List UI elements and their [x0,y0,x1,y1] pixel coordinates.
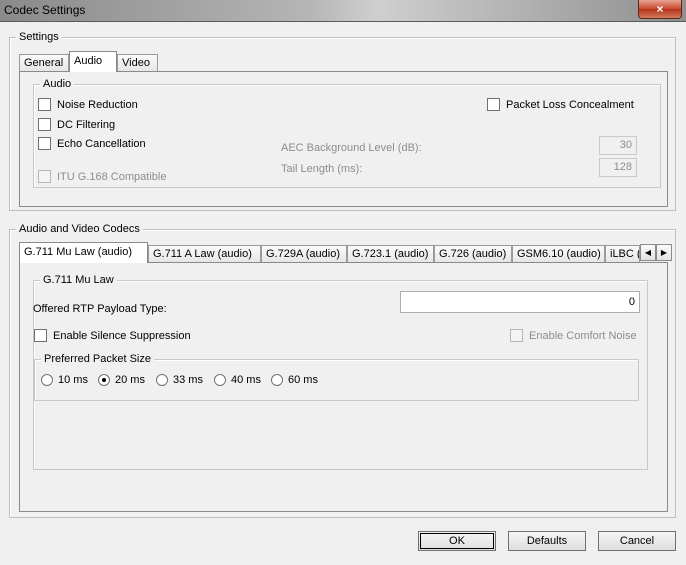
g711-mu-law-group: G.711 Mu Law Offered RTP Payload Type: 0… [33,273,648,470]
packet-size-10ms-radio[interactable]: 10 ms [41,374,88,386]
dc-filtering-box[interactable] [38,118,51,131]
title-bar[interactable]: Codec Settings × [0,0,686,22]
scroll-right-icon: ▶ [660,248,668,257]
packet-size-10ms-label: 10 ms [58,374,88,386]
close-button[interactable]: × [638,0,682,19]
noise-reduction-box[interactable] [38,98,51,111]
g711-mu-law-group-title: G.711 Mu Law [40,273,117,287]
comfort-noise-box[interactable] [510,329,523,342]
noise-reduction-label: Noise Reduction [57,98,138,111]
comfort-noise-label: Enable Comfort Noise [529,329,637,342]
close-icon: × [656,2,664,16]
audio-group: Audio Noise Reduction DC Filtering Echo … [33,77,661,188]
settings-group-title: Settings [16,30,62,44]
tab-ilbc[interactable]: iLBC (a [605,245,640,262]
codecs-group-title: Audio and Video Codecs [16,222,143,236]
packet-size-40ms-radio[interactable]: 40 ms [214,374,261,386]
payload-type-label: Offered RTP Payload Type: [33,303,167,315]
packet-size-33ms-dot[interactable] [156,374,168,386]
itu-g168-box[interactable] [38,170,51,183]
tab-g726-label: G.726 (audio) [439,248,507,260]
silence-suppression-label: Enable Silence Suppression [53,329,191,342]
echo-cancellation-box[interactable] [38,137,51,150]
tab-g711-mu-law[interactable]: G.711 Mu Law (audio) [19,242,148,263]
packet-size-20ms-label: 20 ms [115,374,145,386]
packet-size-group: Preferred Packet Size 10 ms 20 ms 33 ms … [34,352,639,401]
payload-type-value: 0 [628,296,635,308]
g711-mu-law-panel: G.711 Mu Law Offered RTP Payload Type: 0… [19,262,668,512]
scroll-left-icon: ◀ [644,248,652,257]
tabs-scroll-right-button[interactable]: ▶ [656,244,672,261]
tab-video[interactable]: Video [117,54,158,71]
packet-size-20ms-radio[interactable]: 20 ms [98,374,145,386]
aec-background-level-value: 30 [619,139,632,151]
tab-ilbc-label: iLBC (a [610,248,639,260]
window-title: Codec Settings [4,3,86,17]
tail-length-label: Tail Length (ms): [281,163,363,175]
ok-button-label: OK [449,535,465,547]
dc-filtering-label: DC Filtering [57,118,116,131]
tail-length-field[interactable]: 128 [599,158,637,177]
dc-filtering-checkbox[interactable]: DC Filtering [38,118,115,131]
echo-cancellation-checkbox[interactable]: Echo Cancellation [38,137,146,150]
noise-reduction-checkbox[interactable]: Noise Reduction [38,98,138,111]
cancel-button-label: Cancel [619,535,655,547]
itu-g168-checkbox[interactable]: ITU G.168 Compatible [38,170,166,183]
settings-tabbar: General Audio Video [19,51,219,72]
packet-size-40ms-label: 40 ms [231,374,261,386]
tab-g711-mu-law-label: G.711 Mu Law (audio) [24,246,133,258]
packet-size-group-title: Preferred Packet Size [41,352,154,366]
tab-g711-a-law-label: G.711 A Law (audio) [153,248,252,260]
packet-loss-concealment-checkbox[interactable]: Packet Loss Concealment [487,98,634,111]
tab-g726[interactable]: G.726 (audio) [434,245,512,262]
settings-group: Settings General Audio Video Audio Noise… [9,30,676,211]
audio-tab-panel: Audio Noise Reduction DC Filtering Echo … [19,71,668,207]
tab-gsm610[interactable]: GSM6.10 (audio) [512,245,605,262]
packet-size-20ms-dot[interactable] [98,374,110,386]
payload-type-input[interactable]: 0 [400,291,640,313]
packet-loss-concealment-box[interactable] [487,98,500,111]
tail-length-value: 128 [613,161,632,173]
packet-size-60ms-dot[interactable] [271,374,283,386]
packet-loss-concealment-label: Packet Loss Concealment [506,98,634,111]
audio-group-title: Audio [40,77,75,91]
tab-general[interactable]: General [19,54,69,71]
codecs-group: Audio and Video Codecs G.711 Mu Law (aud… [9,222,676,518]
silence-suppression-checkbox[interactable]: Enable Silence Suppression [34,329,191,342]
tab-g729a[interactable]: G.729A (audio) [261,245,347,262]
tab-video-label: Video [122,57,150,69]
tabs-scroll-left-button[interactable]: ◀ [640,244,656,261]
codecs-tabbar: G.711 Mu Law (audio) G.711 A Law (audio)… [19,242,672,263]
tab-general-label: General [24,57,64,69]
aec-background-level-label: AEC Background Level (dB): [281,142,422,154]
cancel-button[interactable]: Cancel [598,531,676,551]
packet-size-60ms-label: 60 ms [288,374,318,386]
echo-cancellation-label: Echo Cancellation [57,137,146,150]
aec-background-level-field[interactable]: 30 [599,136,637,155]
tab-g711-a-law[interactable]: G.711 A Law (audio) [148,245,261,262]
tab-g723-1[interactable]: G.723.1 (audio) [347,245,434,262]
tab-audio-label: Audio [74,55,103,67]
packet-size-10ms-dot[interactable] [41,374,53,386]
tab-g729a-label: G.729A (audio) [266,248,340,260]
ok-button[interactable]: OK [418,531,496,551]
comfort-noise-checkbox[interactable]: Enable Comfort Noise [510,329,637,342]
silence-suppression-box[interactable] [34,329,47,342]
tab-gsm610-label: GSM6.10 (audio) [517,248,601,260]
packet-size-33ms-radio[interactable]: 33 ms [156,374,203,386]
itu-g168-label: ITU G.168 Compatible [57,170,167,183]
tab-g723-1-label: G.723.1 (audio) [352,248,429,260]
tab-audio[interactable]: Audio [69,51,117,72]
packet-size-33ms-label: 33 ms [173,374,203,386]
defaults-button[interactable]: Defaults [508,531,586,551]
packet-size-40ms-dot[interactable] [214,374,226,386]
defaults-button-label: Defaults [526,535,568,547]
packet-size-60ms-radio[interactable]: 60 ms [271,374,318,386]
